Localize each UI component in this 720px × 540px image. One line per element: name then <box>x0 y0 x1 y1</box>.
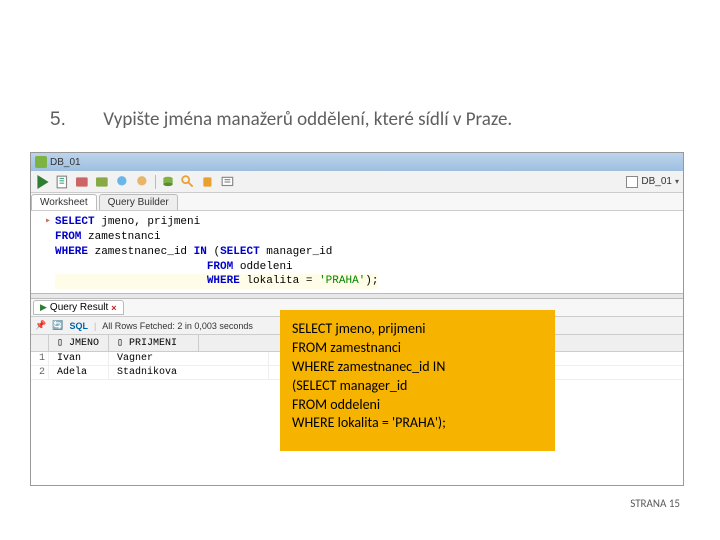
cell-prijmeni: Stadnikova <box>109 366 269 379</box>
explain-plan-button[interactable] <box>75 174 91 190</box>
window-titlebar: DB_01 <box>31 153 683 171</box>
cell-prijmeni: Vagner <box>109 352 269 365</box>
header-jmeno[interactable]: ▯ JMENO <box>49 335 109 351</box>
page-footer: STRANA 15 <box>630 497 680 510</box>
editor-tabs: Worksheet Query Builder <box>31 193 683 211</box>
find-button[interactable] <box>180 174 196 190</box>
rollback-button[interactable] <box>135 174 151 190</box>
heading-text: Vypište jména manažerů oddělení, které s… <box>103 108 512 131</box>
database-icon <box>35 156 47 168</box>
separator: | <box>94 321 96 331</box>
autotrace-button[interactable] <box>95 174 111 190</box>
header-prijmeni[interactable]: ▯ PRIJMENI <box>109 335 199 351</box>
title-db-name: DB_01 <box>50 157 81 168</box>
database-button[interactable] <box>160 174 176 190</box>
overlay-line: SELECT jmeno, prijmeni <box>292 320 543 339</box>
cell-rownum: 1 <box>31 352 49 365</box>
chevron-down-icon: ▾ <box>675 177 679 186</box>
pin-icon[interactable]: 📌 <box>35 320 46 331</box>
result-tab-label: Query Result <box>50 302 108 313</box>
fetch-status: All Rows Fetched: 2 in 0,003 seconds <box>102 321 253 331</box>
heading-number: 5. <box>50 109 98 131</box>
tab-worksheet[interactable]: Worksheet <box>31 194 97 210</box>
overlay-line: WHERE zamestnanec_id IN <box>292 358 543 377</box>
page-heading: 5. Vypište jména manažerů oddělení, kter… <box>50 108 512 131</box>
tab-query-builder[interactable]: Query Builder <box>99 194 178 210</box>
overlay-line: FROM zamestnanci <box>292 339 543 358</box>
clear-button[interactable] <box>200 174 216 190</box>
toolbar-connection[interactable]: DB_01 ▾ <box>626 176 679 188</box>
connection-label: DB_01 <box>641 176 672 187</box>
sql-label[interactable]: SQL <box>69 321 88 331</box>
sql-editor[interactable]: ▸SELECT jmeno, prijmeni FROM zamestnanci… <box>31 211 683 293</box>
connection-icon <box>626 176 638 188</box>
overlay-line: FROM oddeleni <box>292 396 543 415</box>
toolbar-separator <box>155 175 156 189</box>
overlay-line: (SELECT manager_id <box>292 377 543 396</box>
cell-jmeno: Ivan <box>49 352 109 365</box>
play-icon: ▶ <box>40 302 47 313</box>
refresh-icon[interactable]: 🔄 <box>52 320 63 331</box>
header-rownum <box>31 335 49 351</box>
commit-button[interactable] <box>115 174 131 190</box>
cell-jmeno: Adela <box>49 366 109 379</box>
sql-overlay-note: SELECT jmeno, prijmeni FROM zamestnanci … <box>280 310 555 451</box>
run-script-button[interactable] <box>55 174 71 190</box>
close-icon[interactable]: × <box>111 303 116 313</box>
tab-query-result[interactable]: ▶ Query Result × <box>33 300 124 315</box>
cell-rownum: 2 <box>31 366 49 379</box>
main-toolbar: DB_01 ▾ <box>31 171 683 193</box>
run-button[interactable] <box>35 174 51 190</box>
overlay-line: WHERE lokalita = 'PRAHA'); <box>292 414 543 433</box>
history-button[interactable] <box>220 174 236 190</box>
